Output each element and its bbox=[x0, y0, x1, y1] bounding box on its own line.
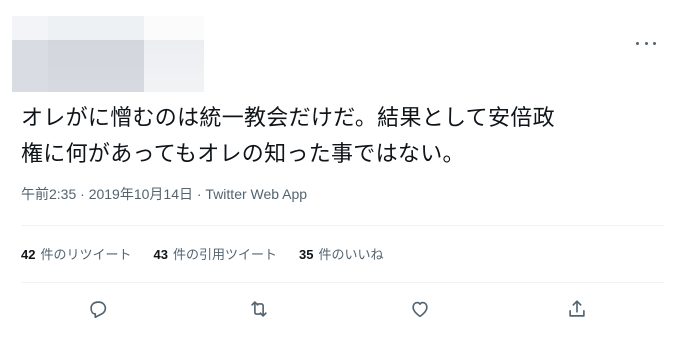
tweet-header bbox=[0, 0, 684, 95]
share-icon bbox=[569, 300, 585, 317]
share-button[interactable] bbox=[562, 294, 592, 324]
quote-tweet-count: 43 bbox=[153, 247, 168, 262]
retweet-icon bbox=[251, 301, 267, 317]
retweet-button[interactable] bbox=[244, 294, 274, 324]
retweet-count: 42 bbox=[21, 247, 36, 262]
divider bbox=[21, 225, 664, 226]
like-icon bbox=[412, 301, 428, 318]
blurred-user-info bbox=[12, 16, 204, 92]
like-count-stat[interactable]: 35 件のいいね bbox=[299, 244, 383, 263]
tweet-stats: 42 件のリツイート 43 件の引用ツイート 35 件のいいね bbox=[21, 244, 383, 263]
tweet-timestamp[interactable]: 午前2:35 · 2019年10月14日 · Twitter Web App bbox=[21, 184, 307, 204]
divider bbox=[21, 282, 664, 283]
reply-button[interactable] bbox=[83, 294, 113, 324]
quote-tweet-count-stat[interactable]: 43 件の引用ツイート bbox=[153, 244, 276, 263]
reply-icon bbox=[90, 301, 107, 319]
like-count: 35 bbox=[298, 247, 314, 262]
retweet-label: 件のリツイート bbox=[40, 247, 132, 262]
retweet-count-stat[interactable]: 42 件のリツイート bbox=[21, 244, 131, 263]
tweet-text: オレがに憎むのは統一教会だけだ。結果として安倍政 権に何があってもオレの知った事… bbox=[21, 101, 661, 173]
quote-tweet-label: 件の引用ツイート bbox=[172, 247, 277, 262]
like-button[interactable] bbox=[405, 294, 435, 324]
like-label: 件のいいね bbox=[318, 247, 384, 262]
tweet-actions bbox=[0, 294, 684, 328]
tweet-text-line-1: オレがに憎むのは統一教会だけだ。結果として安倍政 bbox=[21, 106, 555, 131]
more-options-icon[interactable] bbox=[636, 36, 656, 50]
tweet-text-line-2: 権に何があってもオレの知った事ではない。 bbox=[21, 142, 465, 167]
